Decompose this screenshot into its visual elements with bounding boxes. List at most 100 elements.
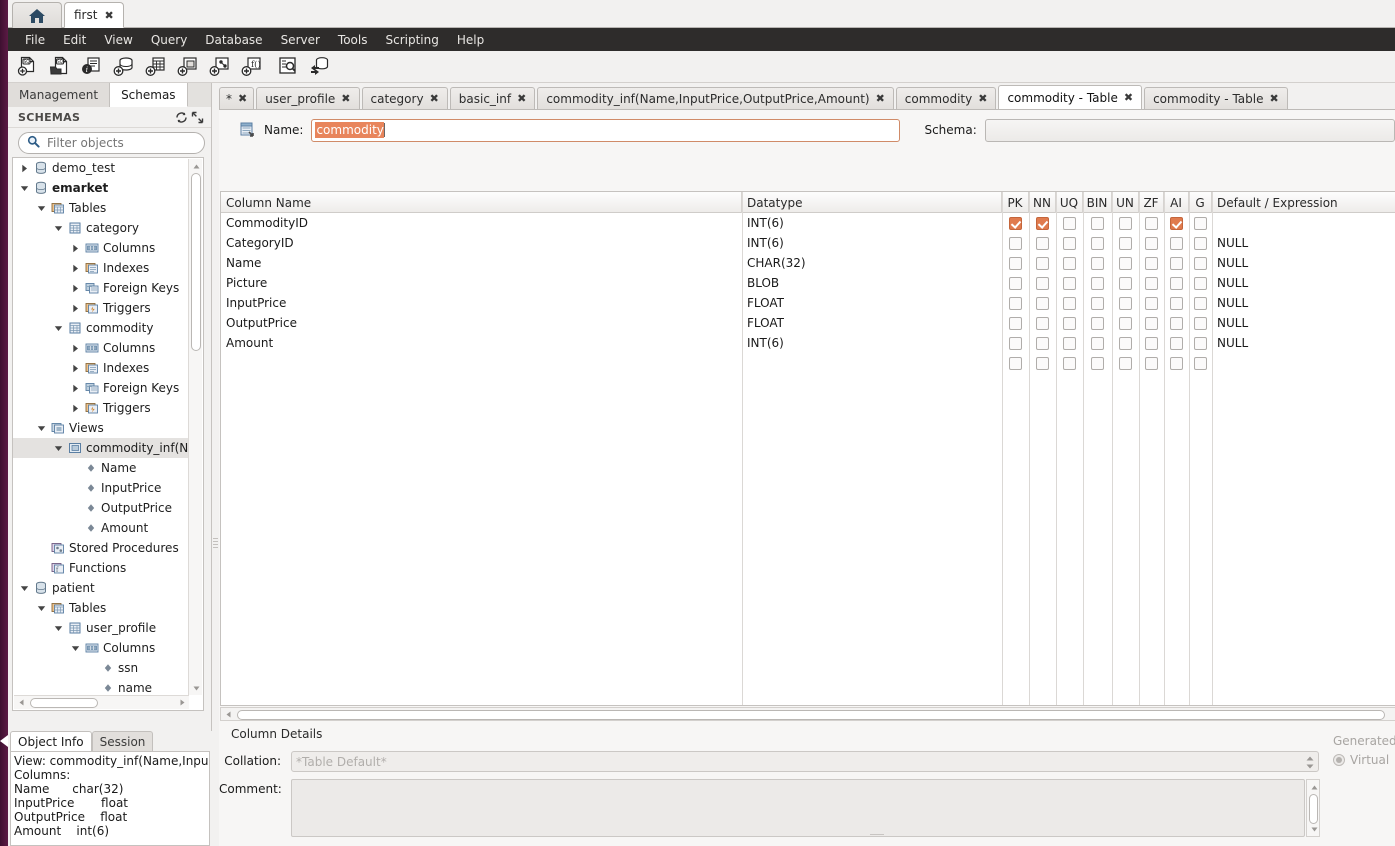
menu-item-tools[interactable]: Tools xyxy=(329,30,377,50)
cell-flag-ai[interactable] xyxy=(1164,273,1189,293)
tree-item-category[interactable]: category xyxy=(13,218,190,238)
cell-column-name[interactable] xyxy=(221,353,742,373)
grid-header-datatype[interactable]: Datatype xyxy=(742,192,1002,213)
cell-flag-g[interactable] xyxy=(1189,213,1212,233)
tree-vertical-scrollbar[interactable] xyxy=(188,159,202,695)
object-info-tab-session[interactable]: Session xyxy=(92,731,154,751)
cell-flag-nn[interactable] xyxy=(1029,293,1056,313)
checkbox-bin-unchecked[interactable] xyxy=(1091,277,1104,290)
grid-header-uq[interactable]: UQ xyxy=(1056,192,1083,213)
comment-textarea[interactable] xyxy=(291,779,1305,837)
column-separator[interactable] xyxy=(1056,192,1057,705)
cell-flag-uq[interactable] xyxy=(1056,353,1083,373)
cell-flag-pk[interactable] xyxy=(1002,293,1029,313)
cell-flag-un[interactable] xyxy=(1112,333,1139,353)
editor-tab-commodity-table-6[interactable]: commodity - Table✖ xyxy=(998,85,1142,109)
grid-header-nn[interactable]: NN xyxy=(1029,192,1056,213)
tree-item-foreign-keys[interactable]: Foreign Keys xyxy=(13,278,190,298)
collation-select[interactable]: *Table Default* xyxy=(291,751,1319,772)
scroll-down-icon[interactable] xyxy=(191,682,201,694)
cell-default-expression[interactable] xyxy=(1212,353,1392,373)
column-separator[interactable] xyxy=(1083,192,1084,705)
sidebar-splitter[interactable] xyxy=(212,83,219,846)
sidebar-tab-schemas[interactable]: Schemas xyxy=(110,83,188,107)
open-sql-script-icon[interactable]: SQL xyxy=(47,54,72,80)
cell-datatype[interactable]: CHAR(32) xyxy=(742,253,1002,273)
checkbox-bin-unchecked[interactable] xyxy=(1091,217,1104,230)
cell-default-expression[interactable]: NULL xyxy=(1212,313,1392,333)
tree-item-foreign-keys[interactable]: Foreign Keys xyxy=(13,378,190,398)
checkbox-pk-unchecked[interactable] xyxy=(1009,317,1022,330)
cell-flag-ai[interactable] xyxy=(1164,253,1189,273)
checkbox-ai-unchecked[interactable] xyxy=(1170,317,1183,330)
cell-column-name[interactable]: Name xyxy=(221,253,742,273)
close-icon[interactable]: ✖ xyxy=(876,93,885,104)
column-separator[interactable] xyxy=(1139,192,1140,705)
checkbox-zf-unchecked[interactable] xyxy=(1145,237,1158,250)
cell-default-expression[interactable]: NULL xyxy=(1212,293,1392,313)
column-separator[interactable] xyxy=(1112,192,1113,705)
checkbox-g-unchecked[interactable] xyxy=(1194,337,1207,350)
checkbox-pk-unchecked[interactable] xyxy=(1009,277,1022,290)
tree-item-columns[interactable]: Columns xyxy=(13,238,190,258)
checkbox-ai-unchecked[interactable] xyxy=(1170,357,1183,370)
cell-column-name[interactable]: Amount xyxy=(221,333,742,353)
close-icon[interactable]: ✖ xyxy=(517,93,526,104)
tree-item-stored-procedures[interactable]: Stored Procedures xyxy=(13,538,190,558)
cell-flag-uq[interactable] xyxy=(1056,233,1083,253)
checkbox-nn-checked[interactable] xyxy=(1036,217,1049,230)
cell-flag-ai[interactable] xyxy=(1164,233,1189,253)
connection-tab-first[interactable]: first ✖ xyxy=(64,2,124,28)
close-icon[interactable]: ✖ xyxy=(1124,92,1133,103)
editor-tab-category-2[interactable]: category✖ xyxy=(362,87,448,109)
table-row[interactable]: PictureBLOBNULL xyxy=(221,273,1395,293)
collapse-all-icon[interactable] xyxy=(189,109,205,125)
checkbox-uq-unchecked[interactable] xyxy=(1063,237,1076,250)
scroll-right-icon[interactable] xyxy=(177,697,187,707)
checkbox-g-unchecked[interactable] xyxy=(1194,317,1207,330)
cell-flag-bin[interactable] xyxy=(1083,253,1112,273)
cell-default-expression[interactable]: NULL xyxy=(1212,273,1392,293)
column-separator[interactable] xyxy=(1189,192,1190,705)
tree-item-triggers[interactable]: Triggers xyxy=(13,298,190,318)
checkbox-g-unchecked[interactable] xyxy=(1194,357,1207,370)
checkbox-ai-unchecked[interactable] xyxy=(1170,257,1183,270)
chevron-right-icon[interactable] xyxy=(70,303,81,314)
tree-scroll-thumb[interactable] xyxy=(191,173,201,351)
chevron-right-icon[interactable] xyxy=(70,383,81,394)
cell-datatype[interactable]: FLOAT xyxy=(742,313,1002,333)
cell-flag-pk[interactable] xyxy=(1002,353,1029,373)
cell-datatype[interactable] xyxy=(742,353,1002,373)
checkbox-un-unchecked[interactable] xyxy=(1119,237,1132,250)
cell-default-expression[interactable]: NULL xyxy=(1212,233,1392,253)
virtual-radio-row[interactable]: Virtual xyxy=(1333,753,1395,767)
cell-flag-g[interactable] xyxy=(1189,333,1212,353)
checkbox-g-unchecked[interactable] xyxy=(1194,257,1207,270)
grid-header-default-expression[interactable]: Default / Expression xyxy=(1212,192,1392,213)
table-row[interactable]: InputPriceFLOATNULL xyxy=(221,293,1395,313)
checkbox-pk-unchecked[interactable] xyxy=(1009,237,1022,250)
cell-flag-un[interactable] xyxy=(1112,353,1139,373)
chevron-right-icon[interactable] xyxy=(70,243,81,254)
cell-flag-un[interactable] xyxy=(1112,213,1139,233)
cell-default-expression[interactable]: NULL xyxy=(1212,333,1392,353)
chevron-down-icon[interactable] xyxy=(53,223,64,234)
cell-flag-uq[interactable] xyxy=(1056,313,1083,333)
cell-flag-zf[interactable] xyxy=(1139,293,1164,313)
cell-flag-uq[interactable] xyxy=(1056,213,1083,233)
cell-flag-zf[interactable] xyxy=(1139,233,1164,253)
cell-flag-pk[interactable] xyxy=(1002,333,1029,353)
chevron-right-icon[interactable] xyxy=(19,163,30,174)
tree-item-indexes[interactable]: Indexes xyxy=(13,258,190,278)
checkbox-pk-unchecked[interactable] xyxy=(1009,257,1022,270)
checkbox-pk-unchecked[interactable] xyxy=(1009,297,1022,310)
cell-flag-pk[interactable] xyxy=(1002,253,1029,273)
cell-flag-bin[interactable] xyxy=(1083,293,1112,313)
tree-item-tables[interactable]: Tables xyxy=(13,198,190,218)
checkbox-un-unchecked[interactable] xyxy=(1119,277,1132,290)
checkbox-uq-unchecked[interactable] xyxy=(1063,277,1076,290)
column-separator[interactable] xyxy=(1212,192,1213,705)
tree-item-triggers[interactable]: Triggers xyxy=(13,398,190,418)
close-icon[interactable]: ✖ xyxy=(1270,93,1279,104)
cell-flag-g[interactable] xyxy=(1189,233,1212,253)
